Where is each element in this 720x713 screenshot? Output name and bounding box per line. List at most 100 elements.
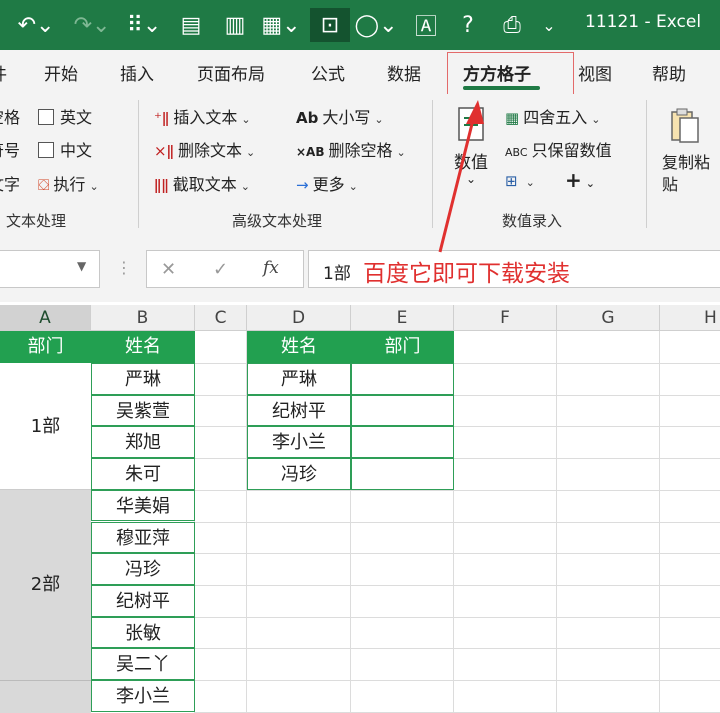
customize-icon[interactable]: ⌄ bbox=[536, 8, 562, 42]
tab-data[interactable]: 数据 bbox=[387, 60, 421, 85]
tab-view[interactable]: 视图 bbox=[578, 60, 612, 85]
camera-icon[interactable]: ⊡ bbox=[310, 8, 350, 42]
formula-controls: ✕ ✓ fx bbox=[146, 250, 304, 288]
merged-dept-3[interactable] bbox=[0, 680, 91, 713]
abc-icon: ABC bbox=[505, 146, 528, 159]
table-row-name[interactable]: 穆亚萍 bbox=[91, 521, 195, 554]
annotation-text: 百度它即可下载安装 bbox=[363, 261, 570, 287]
copy-paste-button[interactable]: 复制粘贴 bbox=[658, 102, 720, 202]
cell-e1[interactable]: 部门 bbox=[351, 331, 454, 363]
group-label-advanced-text: 高级文本处理 bbox=[232, 212, 323, 230]
table-row-name[interactable]: 严琳 bbox=[91, 363, 195, 395]
title-bar: ↶⌄ ↷⌄ ⠿⌄ ▤ ▥ ▦⌄ ⊡ ◯⌄ 🄰 ? ⎙ ⌄ 11121 - Exc… bbox=[0, 0, 720, 50]
cell-d1[interactable]: 姓名 bbox=[247, 331, 351, 363]
execute-icon: ⛋ bbox=[38, 176, 50, 194]
table-row-name[interactable]: 吴紫萱 bbox=[91, 394, 195, 427]
lookup-dept-cell[interactable] bbox=[351, 458, 454, 490]
formula-input[interactable]: 1部 百度它即可下载安装 bbox=[308, 250, 720, 288]
chevron-down-icon: ⌄ bbox=[241, 113, 251, 126]
tab-insert[interactable]: 插入 bbox=[120, 60, 154, 85]
chevron-down-icon: ⌄ bbox=[89, 180, 99, 193]
chevron-down-icon: ⌄ bbox=[245, 146, 256, 159]
cell-a1[interactable]: 部门 bbox=[0, 331, 91, 363]
english-checkbox[interactable]: 英文 bbox=[38, 104, 92, 128]
table-row-name[interactable]: 张敏 bbox=[91, 616, 195, 649]
table-row-name[interactable]: 郑旭 bbox=[91, 426, 195, 459]
merged-dept-1[interactable]: 1部 bbox=[0, 363, 91, 490]
lookup-dept-cell[interactable] bbox=[351, 363, 454, 395]
help-icon[interactable]: ? bbox=[450, 8, 486, 42]
cancel-icon[interactable]: ✕ bbox=[161, 259, 176, 280]
add-button[interactable]: + ⌄ bbox=[565, 168, 595, 192]
column-header-d[interactable]: D bbox=[247, 305, 351, 331]
textbox-icon[interactable]: 🄰 bbox=[408, 8, 444, 42]
chinese-checkbox[interactable]: 中文 bbox=[38, 137, 92, 161]
name-box[interactable]: ▼ bbox=[0, 250, 100, 288]
tab-formulas[interactable]: 公式 bbox=[311, 60, 345, 85]
borders-icon[interactable]: ⠿⌄ bbox=[122, 8, 166, 42]
delete-space-icon: ×AB bbox=[296, 145, 325, 159]
form-icon[interactable]: ▤ bbox=[172, 8, 210, 42]
numeric-big-button[interactable]: 数值 ⌄ bbox=[452, 102, 492, 198]
column-header-g[interactable]: G bbox=[557, 305, 660, 331]
column-header-e[interactable]: E bbox=[351, 305, 454, 331]
partial-item-2[interactable]: 符号 bbox=[0, 137, 20, 161]
gridline bbox=[195, 680, 720, 681]
keep-values-button[interactable]: ABC 只保留数值 bbox=[505, 137, 612, 161]
tab-help[interactable]: 帮助 bbox=[652, 60, 686, 85]
insert-text-button[interactable]: ⁺ǁ 插入文本 ⌄ bbox=[154, 104, 251, 128]
shapes-icon[interactable]: ◯⌄ bbox=[352, 8, 400, 42]
delete-space-button[interactable]: ×AB 删除空格 ⌄ bbox=[296, 137, 406, 161]
undo-icon[interactable]: ↶⌄ bbox=[14, 8, 58, 42]
round-icon: ▦ bbox=[505, 109, 520, 127]
tab-home[interactable]: 开始 bbox=[44, 60, 78, 85]
chevron-down-icon: ⌄ bbox=[348, 180, 358, 193]
pivot-icon[interactable]: ▦⌄ bbox=[258, 8, 304, 42]
enter-icon[interactable]: ✓ bbox=[213, 259, 228, 280]
group-separator bbox=[432, 100, 433, 228]
extract-text-button[interactable]: ǁǁ 截取文本 ⌄ bbox=[154, 171, 250, 195]
cell-b1[interactable]: 姓名 bbox=[91, 331, 195, 363]
print-preview-icon[interactable]: ⎙ bbox=[494, 8, 530, 42]
fx-icon[interactable]: fx bbox=[263, 258, 279, 278]
lookup-name-cell[interactable]: 李小兰 bbox=[247, 426, 351, 459]
redo-icon[interactable]: ↷⌄ bbox=[70, 8, 114, 42]
group-separator bbox=[138, 100, 139, 228]
gridline bbox=[195, 584, 720, 586]
lookup-name-cell[interactable]: 纪树平 bbox=[247, 394, 351, 427]
column-header-f[interactable]: F bbox=[454, 305, 557, 331]
execute-button[interactable]: ⛋ 执行 ⌄ bbox=[38, 171, 99, 195]
column-header-c[interactable]: C bbox=[195, 305, 247, 331]
table-tool-button[interactable]: ⊞ ⌄ bbox=[505, 171, 535, 190]
column-header-a[interactable]: A bbox=[0, 305, 91, 331]
group-separator bbox=[646, 100, 647, 228]
table-row-name[interactable]: 吴二丫 bbox=[91, 648, 195, 680]
gridline bbox=[195, 553, 720, 555]
chevron-down-icon: ⌄ bbox=[374, 113, 384, 126]
drag-handle-icon[interactable]: ⋮ bbox=[116, 258, 132, 277]
table-row-name[interactable]: 纪树平 bbox=[91, 584, 195, 617]
tab-page-layout[interactable]: 页面布局 bbox=[197, 60, 265, 85]
merged-dept-2[interactable]: 2部 bbox=[0, 490, 91, 680]
more-button[interactable]: → 更多 ⌄ bbox=[296, 171, 358, 195]
column-header-b[interactable]: B bbox=[91, 305, 195, 331]
lookup-name-cell[interactable]: 严琳 bbox=[247, 363, 351, 395]
lookup-name-cell[interactable]: 冯珍 bbox=[247, 458, 351, 490]
lookup-dept-cell[interactable] bbox=[351, 426, 454, 459]
column-header-h[interactable]: H bbox=[660, 305, 720, 331]
round-button[interactable]: ▦ 四舍五入 ⌄ bbox=[505, 104, 600, 128]
partial-item-3[interactable]: 文字 bbox=[0, 171, 20, 195]
table-row-name[interactable]: 华美娟 bbox=[91, 489, 195, 522]
lookup-dept-cell[interactable] bbox=[351, 394, 454, 427]
chevron-down-icon: ⌄ bbox=[240, 180, 250, 193]
document-title: 11121 - Excel bbox=[585, 12, 702, 32]
chevron-down-icon: ▼ bbox=[77, 259, 87, 273]
chart-icon[interactable]: ▥ bbox=[216, 8, 254, 42]
delete-text-button[interactable]: ×ǁ 删除文本 ⌄ bbox=[154, 137, 255, 161]
table-row-name[interactable]: 李小兰 bbox=[91, 680, 195, 712]
case-button[interactable]: Ab 大小写 ⌄ bbox=[296, 104, 384, 128]
partial-item-1[interactable]: 空格 bbox=[0, 104, 20, 128]
table-row-name[interactable]: 冯珍 bbox=[91, 553, 195, 585]
table-row-name[interactable]: 朱可 bbox=[91, 458, 195, 490]
tab-file[interactable]: 件 bbox=[0, 60, 7, 85]
